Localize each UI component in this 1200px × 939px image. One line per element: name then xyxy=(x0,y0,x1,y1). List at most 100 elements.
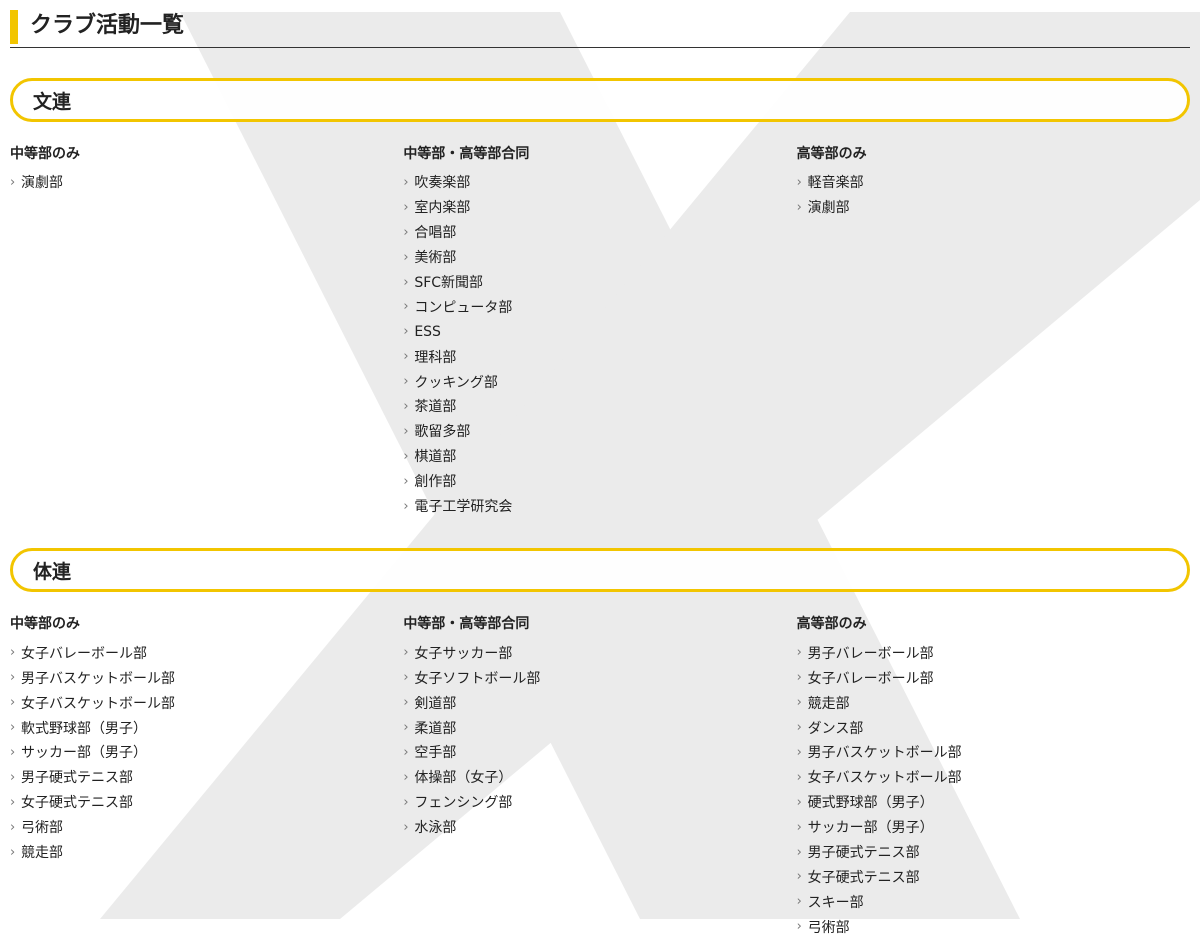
club-link[interactable]: › 競走部 xyxy=(10,840,403,865)
club-link[interactable]: › 理科部 xyxy=(403,344,796,369)
club-link[interactable]: › 弓術部 xyxy=(797,914,1190,939)
club-list: › 女子サッカー部 › 女子ソフトボール部 › 剣道部 › 柔道部 › 空手部 › 体操部（女子） › フ… xyxy=(403,640,796,839)
club-link[interactable]: › SFC新聞部 xyxy=(403,270,796,295)
club-link-label: SFC新聞部 xyxy=(414,275,484,291)
club-link[interactable]: › 硬式野球部（男子） xyxy=(797,790,1190,815)
chevron-right-icon: › xyxy=(403,174,409,190)
chevron-right-icon: › xyxy=(403,199,409,215)
club-link-label: 軟式野球部（男子） xyxy=(21,720,147,737)
club-link[interactable]: › 合唱部 xyxy=(403,220,796,245)
club-link-label: 柔道部 xyxy=(414,720,457,737)
club-link[interactable]: › サッカー部（男子） xyxy=(797,815,1190,840)
club-column: 中等部のみ › 演劇部 xyxy=(10,144,403,518)
club-link[interactable]: › 男子バレーボール部 xyxy=(797,640,1190,665)
club-link[interactable]: › 棋道部 xyxy=(403,444,796,469)
club-list: › 軽音楽部 › 演劇部 xyxy=(797,170,1190,220)
club-link-label: 電子工学研究会 xyxy=(414,499,513,516)
club-link[interactable]: › 女子バスケットボール部 xyxy=(797,765,1190,790)
club-link[interactable]: › ダンス部 xyxy=(797,715,1190,740)
club-link[interactable]: › 室内楽部 xyxy=(403,195,796,220)
club-link-label: 理科部 xyxy=(414,349,457,366)
club-link[interactable]: › 女子バレーボール部 xyxy=(10,640,403,665)
club-link[interactable]: › 体操部（女子） xyxy=(403,765,796,790)
club-link[interactable]: › 女子硬式テニス部 xyxy=(797,864,1190,889)
club-link[interactable]: › 男子硬式テニス部 xyxy=(10,765,403,790)
club-list: › 男子バレーボール部 › 女子バレーボール部 › 競走部 › ダンス部 › 男子バスケットボール… xyxy=(797,640,1190,939)
chevron-right-icon: › xyxy=(796,794,802,810)
club-link[interactable]: › 演劇部 xyxy=(10,170,403,195)
club-link[interactable]: › 電子工学研究会 xyxy=(403,494,796,519)
club-link[interactable]: › 茶道部 xyxy=(403,394,796,419)
column-title: 中等部・高等部合同 xyxy=(403,616,530,633)
club-sections: 文連 中等部のみ › 演劇部 中等部・高等部合同 › 吹奏楽部 › 室内楽部 › 合唱部 › 美術部 › S… xyxy=(10,78,1190,939)
chevron-right-icon: › xyxy=(403,324,409,340)
chevron-right-icon: › xyxy=(10,819,16,835)
club-link[interactable]: › 男子硬式テニス部 xyxy=(797,840,1190,865)
club-link[interactable]: › サッカー部（男子） xyxy=(10,740,403,765)
chevron-right-icon: › xyxy=(10,744,16,760)
club-link[interactable]: › ESS xyxy=(403,319,796,344)
club-link[interactable]: › 演劇部 xyxy=(797,195,1190,220)
club-link[interactable]: › フェンシング部 xyxy=(403,790,796,815)
club-link-label: 競走部 xyxy=(21,845,63,862)
chevron-right-icon: › xyxy=(403,299,409,315)
club-link[interactable]: › コンピュータ部 xyxy=(403,294,796,319)
club-link[interactable]: › 女子ソフトボール部 xyxy=(403,665,796,690)
club-link[interactable]: › 女子バスケットボール部 xyxy=(10,690,403,715)
club-link-label: 水泳部 xyxy=(414,820,457,837)
club-link-label: 男子バレーボール部 xyxy=(807,645,934,662)
club-link[interactable]: › 女子バレーボール部 xyxy=(797,665,1190,690)
club-link-label: スキー部 xyxy=(807,894,864,911)
club-link[interactable]: › クッキング部 xyxy=(403,369,796,394)
chevron-right-icon: › xyxy=(403,423,409,439)
club-link[interactable]: › 剣道部 xyxy=(403,690,796,715)
page-title: クラブ活動一覧 xyxy=(30,13,185,38)
club-link[interactable]: › 歌留多部 xyxy=(403,419,796,444)
club-link[interactable]: › 軽音楽部 xyxy=(797,170,1190,195)
club-link[interactable]: › 吹奏楽部 xyxy=(403,170,796,195)
club-column: 中等部のみ › 女子バレーボール部 › 男子バスケットボール部 › 女子バスケットボール部 ›… xyxy=(10,614,403,939)
club-link-label: 女子硬式テニス部 xyxy=(807,869,920,886)
chevron-right-icon: › xyxy=(10,670,16,686)
chevron-right-icon: › xyxy=(796,744,802,760)
club-link-label: 茶道部 xyxy=(414,399,457,416)
chevron-right-icon: › xyxy=(796,869,802,885)
club-section: 体連 中等部のみ › 女子バレーボール部 › 男子バスケットボール部 › 女子バスケットボール… xyxy=(10,548,1190,939)
chevron-right-icon: › xyxy=(796,174,802,190)
club-link[interactable]: › 空手部 xyxy=(403,740,796,765)
page-header: クラブ活動一覧 xyxy=(10,0,1190,48)
club-list: › 女子バレーボール部 › 男子バスケットボール部 › 女子バスケットボール部 › 軟式野球部… xyxy=(10,640,403,864)
club-link[interactable]: › 美術部 xyxy=(403,245,796,270)
club-link-label: 体操部（女子） xyxy=(414,770,513,787)
chevron-right-icon: › xyxy=(796,769,802,785)
club-link-label: コンピュータ部 xyxy=(414,299,513,316)
club-link-label: 硬式野球部（男子） xyxy=(807,795,934,812)
club-link[interactable]: › 創作部 xyxy=(403,469,796,494)
chevron-right-icon: › xyxy=(403,819,409,835)
chevron-right-icon: › xyxy=(403,224,409,240)
chevron-right-icon: › xyxy=(403,670,409,686)
club-link-label: 男子バスケットボール部 xyxy=(807,745,962,762)
club-link[interactable]: › 女子サッカー部 xyxy=(403,640,796,665)
club-link[interactable]: › 柔道部 xyxy=(403,715,796,740)
club-link-label: 合唱部 xyxy=(414,225,457,242)
chevron-right-icon: › xyxy=(403,398,409,414)
club-link[interactable]: › 男子バスケットボール部 xyxy=(797,740,1190,765)
club-link[interactable]: › 競走部 xyxy=(797,690,1190,715)
club-link[interactable]: › スキー部 xyxy=(797,889,1190,914)
club-link[interactable]: › 弓術部 xyxy=(10,815,403,840)
club-link-label: 剣道部 xyxy=(414,695,457,712)
club-link[interactable]: › 男子バスケットボール部 xyxy=(10,665,403,690)
chevron-right-icon: › xyxy=(796,819,802,835)
club-column: 中等部・高等部合同 › 女子サッカー部 › 女子ソフトボール部 › 剣道部 › 柔道部 › 空手部 ›… xyxy=(403,614,796,939)
club-link-label: 美術部 xyxy=(414,250,457,267)
club-list: › 吹奏楽部 › 室内楽部 › 合唱部 › 美術部 › SFC新聞部 › コンピュータ部 › ESS › 理科… xyxy=(403,170,796,518)
club-link-label: 男子硬式テニス部 xyxy=(21,770,133,787)
club-link[interactable]: › 女子硬式テニス部 xyxy=(10,790,403,815)
club-link-label: 軽音楽部 xyxy=(807,175,864,192)
club-link[interactable]: › 軟式野球部（男子） xyxy=(10,715,403,740)
club-link-label: ダンス部 xyxy=(807,720,864,737)
chevron-right-icon: › xyxy=(796,199,802,215)
club-link[interactable]: › 水泳部 xyxy=(403,815,796,840)
column-title: 中等部・高等部合同 xyxy=(403,146,530,162)
